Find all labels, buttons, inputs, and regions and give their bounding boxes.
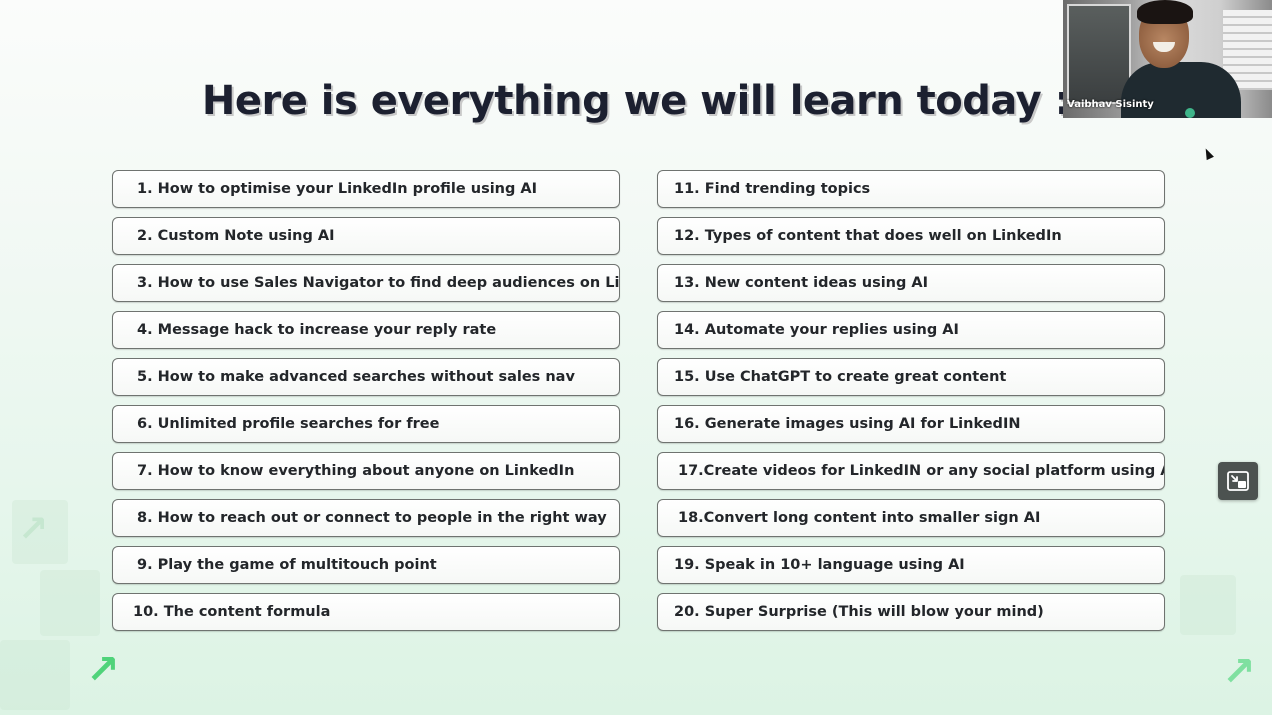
topic-item: 15. Use ChatGPT to create great content: [657, 358, 1165, 396]
arrow-up-right-icon: ↗: [86, 647, 120, 693]
topic-item: 2. Custom Note using AI: [112, 217, 620, 255]
topic-item: 9. Play the game of multitouch point: [112, 546, 620, 584]
topic-item: 12. Types of content that does well on L…: [657, 217, 1165, 255]
decor-tile: [40, 570, 100, 636]
arrow-up-right-icon: ↗: [1222, 649, 1256, 695]
decor-tile: [1180, 575, 1236, 635]
participant-hair: [1137, 0, 1193, 24]
topic-item: 17.Create videos for LinkedIN or any soc…: [657, 452, 1165, 490]
topic-item: 4. Message hack to increase your reply r…: [112, 311, 620, 349]
topic-item: 3. How to use Sales Navigator to find de…: [112, 264, 620, 302]
topic-item: 1. How to optimise your LinkedIn profile…: [112, 170, 620, 208]
topic-item: 18.Convert long content into smaller sig…: [657, 499, 1165, 537]
topic-item: 10. The content formula: [112, 593, 620, 631]
topic-item: 16. Generate images using AI for LinkedI…: [657, 405, 1165, 443]
topic-item: 11. Find trending topics: [657, 170, 1165, 208]
topic-item: 5. How to make advanced searches without…: [112, 358, 620, 396]
topic-item: 14. Automate your replies using AI: [657, 311, 1165, 349]
exit-fullscreen-button[interactable]: [1218, 462, 1258, 500]
background-window: [1067, 4, 1131, 104]
arrow-up-right-icon: ↗: [18, 509, 49, 550]
topic-item: 20. Super Surprise (This will blow your …: [657, 593, 1165, 631]
topic-item: 7. How to know everything about anyone o…: [112, 452, 620, 490]
exit-fullscreen-icon: [1227, 471, 1249, 491]
webcam-tile[interactable]: Vaibhav Sisinty: [1063, 0, 1272, 118]
participant-name: Vaibhav Sisinty: [1067, 99, 1154, 110]
decor-tile: [0, 640, 70, 710]
topic-item: 6. Unlimited profile searches for free: [112, 405, 620, 443]
topic-item: 13. New content ideas using AI: [657, 264, 1165, 302]
topics-left-column: 1. How to optimise your LinkedIn profile…: [112, 170, 620, 640]
topic-item: 8. How to reach out or connect to people…: [112, 499, 620, 537]
hoodie-logo: [1185, 108, 1195, 118]
topics-right-column: 11. Find trending topics 12. Types of co…: [657, 170, 1165, 640]
topic-item: 19. Speak in 10+ language using AI: [657, 546, 1165, 584]
